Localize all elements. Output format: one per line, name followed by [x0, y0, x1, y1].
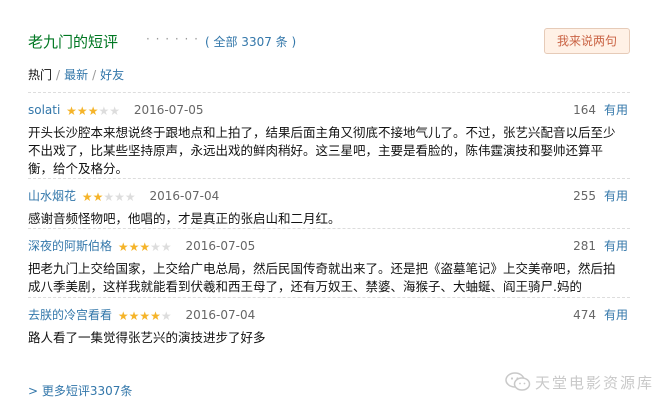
comment-item: 深夜的阿斯伯格 ★★★★★ 2016-07-05 281 有用 把老九门上交给国… — [28, 228, 630, 297]
tab-friends[interactable]: 好友 — [100, 68, 124, 82]
section-title: 老九门的短评 — [28, 33, 119, 51]
wechat-icon — [505, 372, 531, 391]
star-filled-icon: ★ — [117, 240, 129, 254]
comment-text: 把老九门上交给国家，上交给广电总局，然后民国传奇就出来了。还是把《盗墓笔记》上交… — [28, 261, 616, 294]
star-empty-icon: ★ — [160, 309, 172, 323]
star-filled-icon: ★ — [150, 309, 161, 323]
star-empty-icon: ★ — [114, 190, 125, 204]
all-comments-count-link[interactable]: ( 全部 3307 条 ) — [205, 33, 296, 50]
rating-stars: ★★★★★ — [66, 103, 120, 119]
rating-stars: ★★★★★ — [118, 239, 172, 255]
comment-meta: 去朕的冷宫看看 ★★★★★ 2016-07-04 474 有用 — [28, 307, 630, 323]
star-filled-icon: ★ — [76, 104, 88, 118]
comment-list: solati ★★★★★ 2016-07-05 164 有用 开头长沙腔本来想说… — [28, 92, 630, 347]
star-filled-icon: ★ — [66, 104, 77, 118]
star-empty-icon: ★ — [150, 240, 161, 254]
vote-count: 474 — [573, 308, 596, 322]
comment-date: 2016-07-04 — [185, 308, 256, 322]
comment-meta: 山水烟花 ★★★★★ 2016-07-04 255 有用 — [28, 188, 630, 204]
tab-separator: / — [92, 68, 97, 82]
comment-item: solati ★★★★★ 2016-07-05 164 有用 开头长沙腔本来想说… — [28, 92, 630, 178]
comment-date: 2016-07-05 — [185, 239, 256, 253]
comment-meta: solati ★★★★★ 2016-07-05 164 有用 — [28, 102, 630, 118]
comment-item: 去朕的冷宫看看 ★★★★★ 2016-07-04 474 有用 路人看了一集觉得… — [28, 297, 630, 347]
title-dots: · · · · · · — [146, 32, 199, 46]
useful-button[interactable]: 有用 — [604, 307, 628, 323]
comment-text: 路人看了一集觉得张艺兴的演技进步了好多 — [28, 330, 266, 345]
star-empty-icon: ★ — [103, 190, 115, 204]
useful-button[interactable]: 有用 — [604, 188, 628, 204]
useful-button[interactable]: 有用 — [604, 238, 628, 254]
comment-user-link[interactable]: solati — [28, 103, 60, 117]
vote-count: 164 — [573, 103, 596, 117]
rating-stars: ★★★★★ — [82, 189, 136, 205]
comment-meta: 深夜的阿斯伯格 ★★★★★ 2016-07-05 281 有用 — [28, 238, 630, 254]
useful-button[interactable]: 有用 — [604, 102, 628, 118]
comment-text: 开头长沙腔本来想说终于跟地点和上拍了，结果后面主角又彻底不接地气儿了。不过，张艺… — [28, 125, 616, 176]
star-empty-icon: ★ — [109, 104, 120, 118]
tab-separator: / — [56, 68, 61, 82]
star-empty-icon: ★ — [98, 104, 110, 118]
tab-hot[interactable]: 热门 — [28, 68, 52, 82]
star-filled-icon: ★ — [128, 240, 140, 254]
comment-user-link[interactable]: 山水烟花 — [28, 189, 76, 203]
watermark: 天堂电影资源库 — [505, 370, 654, 394]
more-comments-link[interactable]: > 更多短评3307条 — [28, 382, 132, 399]
vote-count: 255 — [573, 189, 596, 203]
star-filled-icon: ★ — [139, 240, 151, 254]
star-filled-icon: ★ — [139, 309, 151, 323]
star-filled-icon: ★ — [128, 309, 140, 323]
star-filled-icon: ★ — [81, 190, 93, 204]
star-filled-icon: ★ — [117, 309, 129, 323]
tab-latest[interactable]: 最新 — [64, 68, 88, 82]
star-empty-icon: ★ — [160, 240, 172, 254]
sort-tabs: 热门 / 最新 / 好友 — [28, 66, 124, 83]
comment-date: 2016-07-04 — [149, 189, 220, 203]
vote-count: 281 — [573, 239, 596, 253]
rating-stars: ★★★★★ — [118, 308, 172, 324]
comment-text: 感谢音频怪物吧，他唱的，才是真正的张启山和二月红。 — [28, 211, 341, 226]
comment-date: 2016-07-05 — [133, 103, 204, 117]
star-empty-icon: ★ — [124, 190, 136, 204]
comment-user-link[interactable]: 去朕的冷宫看看 — [28, 308, 112, 322]
write-comment-button[interactable]: 我来说两句 — [544, 28, 630, 54]
star-filled-icon: ★ — [87, 104, 99, 118]
comment-item: 山水烟花 ★★★★★ 2016-07-04 255 有用 感谢音频怪物吧，他唱的… — [28, 178, 630, 228]
watermark-text: 天堂电影资源库 — [534, 373, 654, 392]
comments-header: 老九门的短评 · · · · · · ( 全部 3307 条 ) 我来说两句 — [28, 28, 630, 58]
star-filled-icon: ★ — [92, 190, 104, 204]
comment-user-link[interactable]: 深夜的阿斯伯格 — [28, 239, 112, 253]
